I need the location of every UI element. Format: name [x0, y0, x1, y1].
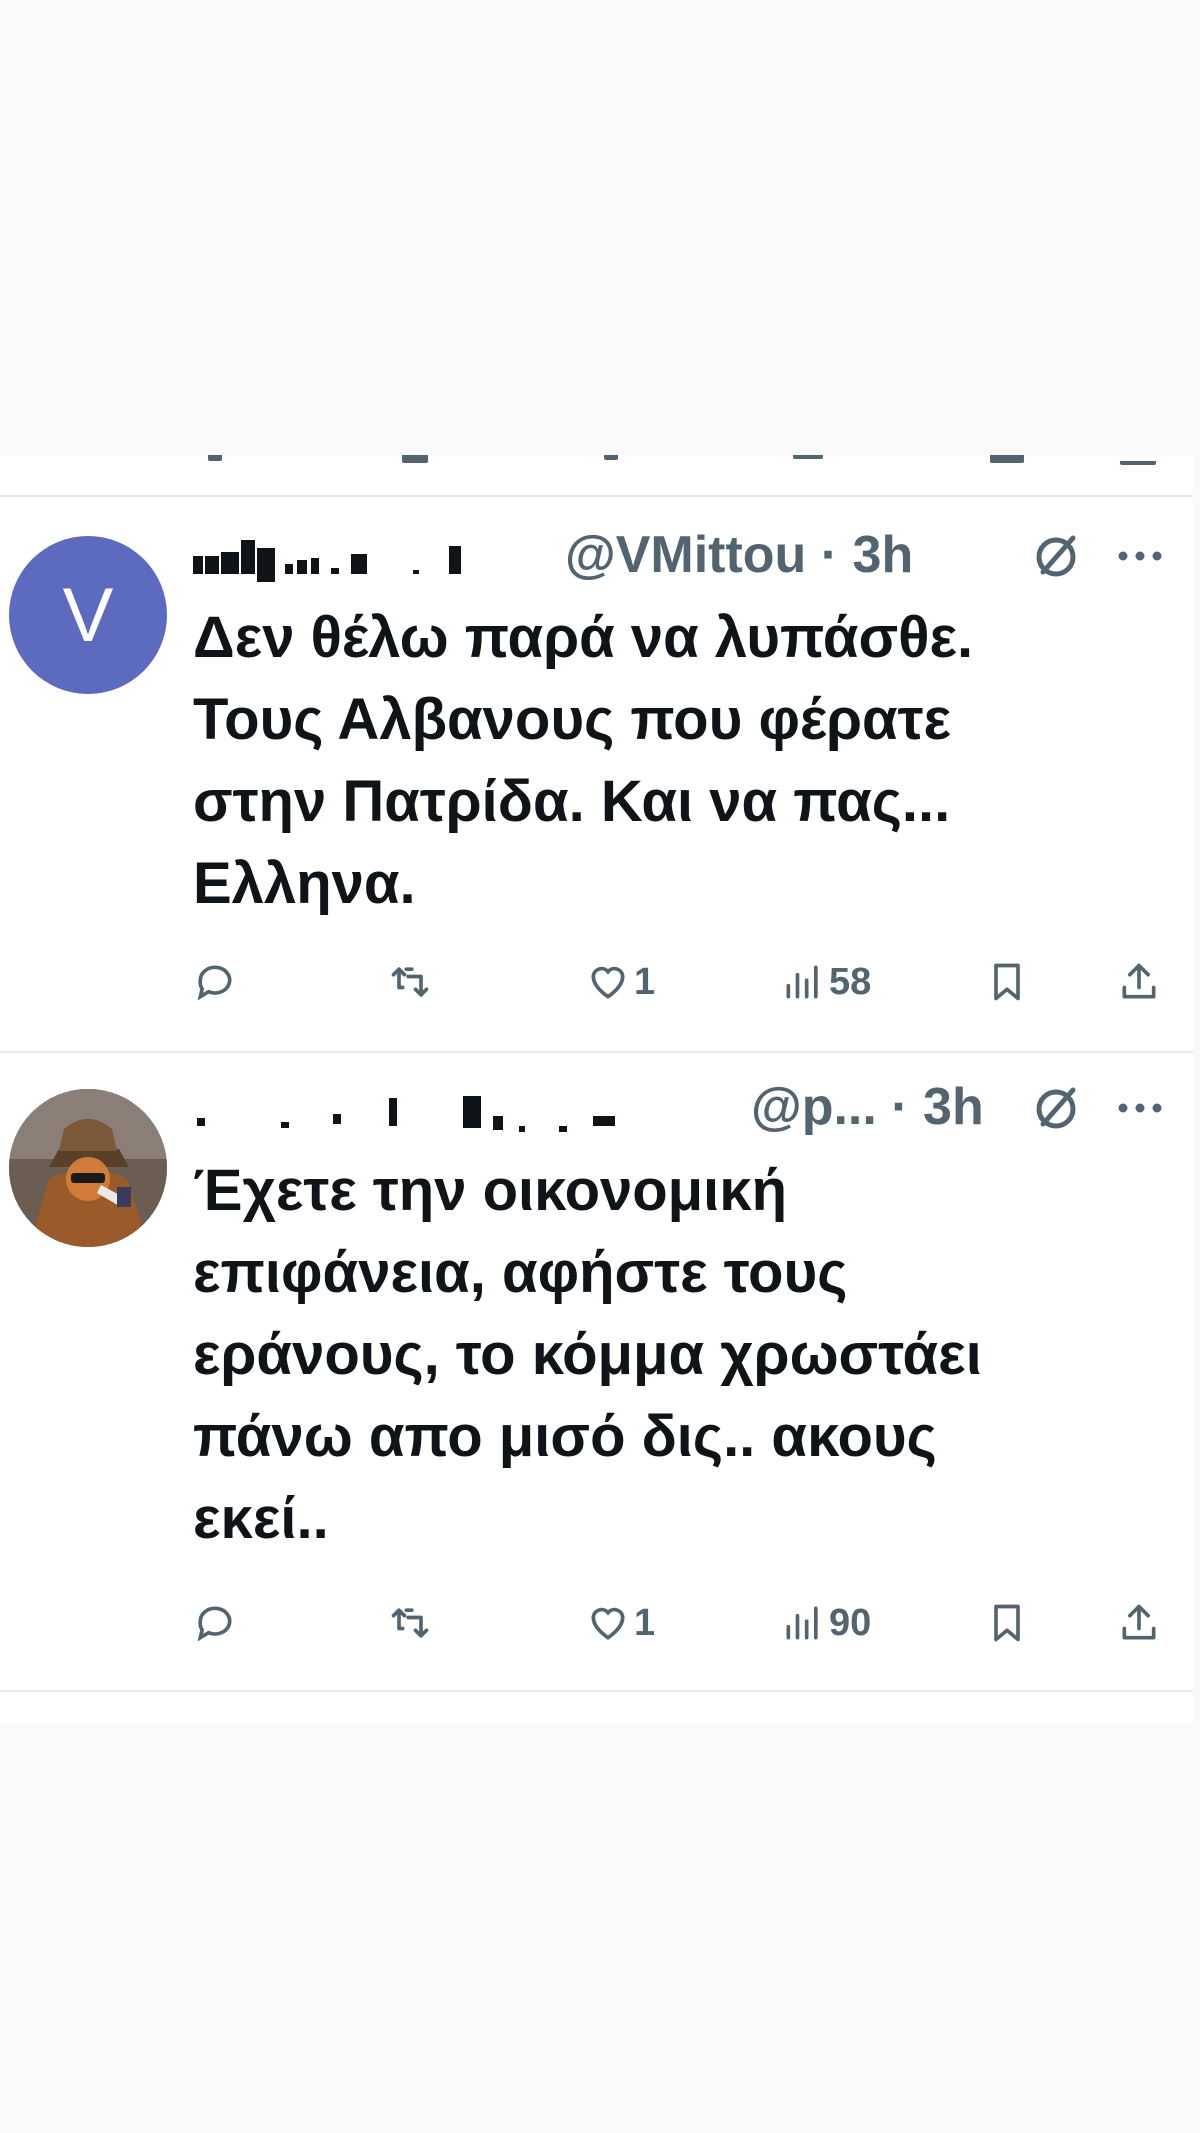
like-count: 1 — [634, 1601, 656, 1644]
retweet-icon — [391, 1608, 429, 1638]
previous-tweet-actions-cut — [0, 455, 1193, 495]
retweet-button[interactable] — [388, 952, 436, 1012]
handle-and-time[interactable]: @VMittou · 3h — [565, 520, 913, 590]
avatar[interactable]: V — [9, 536, 167, 694]
tweet-actions: 1 90 — [193, 1593, 1163, 1653]
tweet[interactable]: @p... · 3h Έχετε την οικονομική επιφάνει… — [0, 1053, 1193, 1693]
bookmark-button[interactable] — [985, 952, 1029, 1012]
share-button[interactable] — [1117, 952, 1161, 1012]
more-icon[interactable] — [1115, 1098, 1165, 1118]
heart-icon — [591, 966, 625, 999]
bookmark-icon — [994, 963, 1020, 1001]
view-count: 90 — [829, 1601, 872, 1644]
more-icon[interactable] — [1115, 546, 1165, 566]
tweet[interactable]: V @VMittou · 3h Δεν θέλω παρά να λυπάσθε… — [0, 497, 1193, 1049]
heart-icon — [591, 1607, 625, 1640]
bookmark-button[interactable] — [985, 1593, 1029, 1653]
share-icon — [1122, 963, 1156, 999]
share-button[interactable] — [1117, 1593, 1161, 1653]
views-button[interactable]: 58 — [781, 952, 871, 1012]
avatar[interactable] — [9, 1089, 167, 1247]
tweet-text: Δεν θέλω παρά να λυπάσθε. Τους Αλβανους … — [193, 605, 974, 916]
like-count: 1 — [634, 960, 656, 1003]
tweet-header: @VMittou · 3h — [193, 520, 1173, 590]
bookmark-icon — [994, 1604, 1020, 1642]
cartoon-fox-avatar-icon — [9, 1089, 167, 1247]
retweet-button[interactable] — [388, 1593, 436, 1653]
top-blank-area — [0, 0, 1200, 455]
like-button[interactable]: 1 — [586, 952, 655, 1012]
grok-icon[interactable] — [1031, 532, 1081, 582]
avatar-letter: V — [62, 572, 114, 658]
tweet-header: @p... · 3h — [193, 1072, 1173, 1142]
bottom-blank-area — [0, 1723, 1200, 2133]
divider — [0, 1690, 1193, 1692]
views-icon — [786, 965, 818, 999]
reply-button[interactable] — [193, 952, 241, 1012]
tweet-actions: 1 58 — [193, 952, 1163, 1012]
share-icon — [1122, 1604, 1156, 1640]
reply-icon — [197, 965, 232, 1001]
views-icon — [786, 1606, 818, 1640]
redacted-display-name[interactable] — [193, 534, 553, 584]
retweet-icon — [391, 967, 429, 997]
views-button[interactable]: 90 — [781, 1593, 871, 1653]
view-count: 58 — [829, 960, 872, 1003]
reply-button[interactable] — [193, 1593, 241, 1653]
grok-icon[interactable] — [1031, 1084, 1081, 1134]
timeline: V @VMittou · 3h Δεν θέλω παρά να λυπάσθε… — [0, 455, 1193, 1723]
like-button[interactable]: 1 — [586, 1593, 655, 1653]
tweet-text: Έχετε την οικονομική επιφάνεια, αφήστε τ… — [193, 1158, 982, 1551]
reply-icon — [197, 1606, 232, 1642]
handle-and-time[interactable]: @p... · 3h — [751, 1072, 984, 1142]
redacted-display-name[interactable] — [193, 1092, 733, 1142]
